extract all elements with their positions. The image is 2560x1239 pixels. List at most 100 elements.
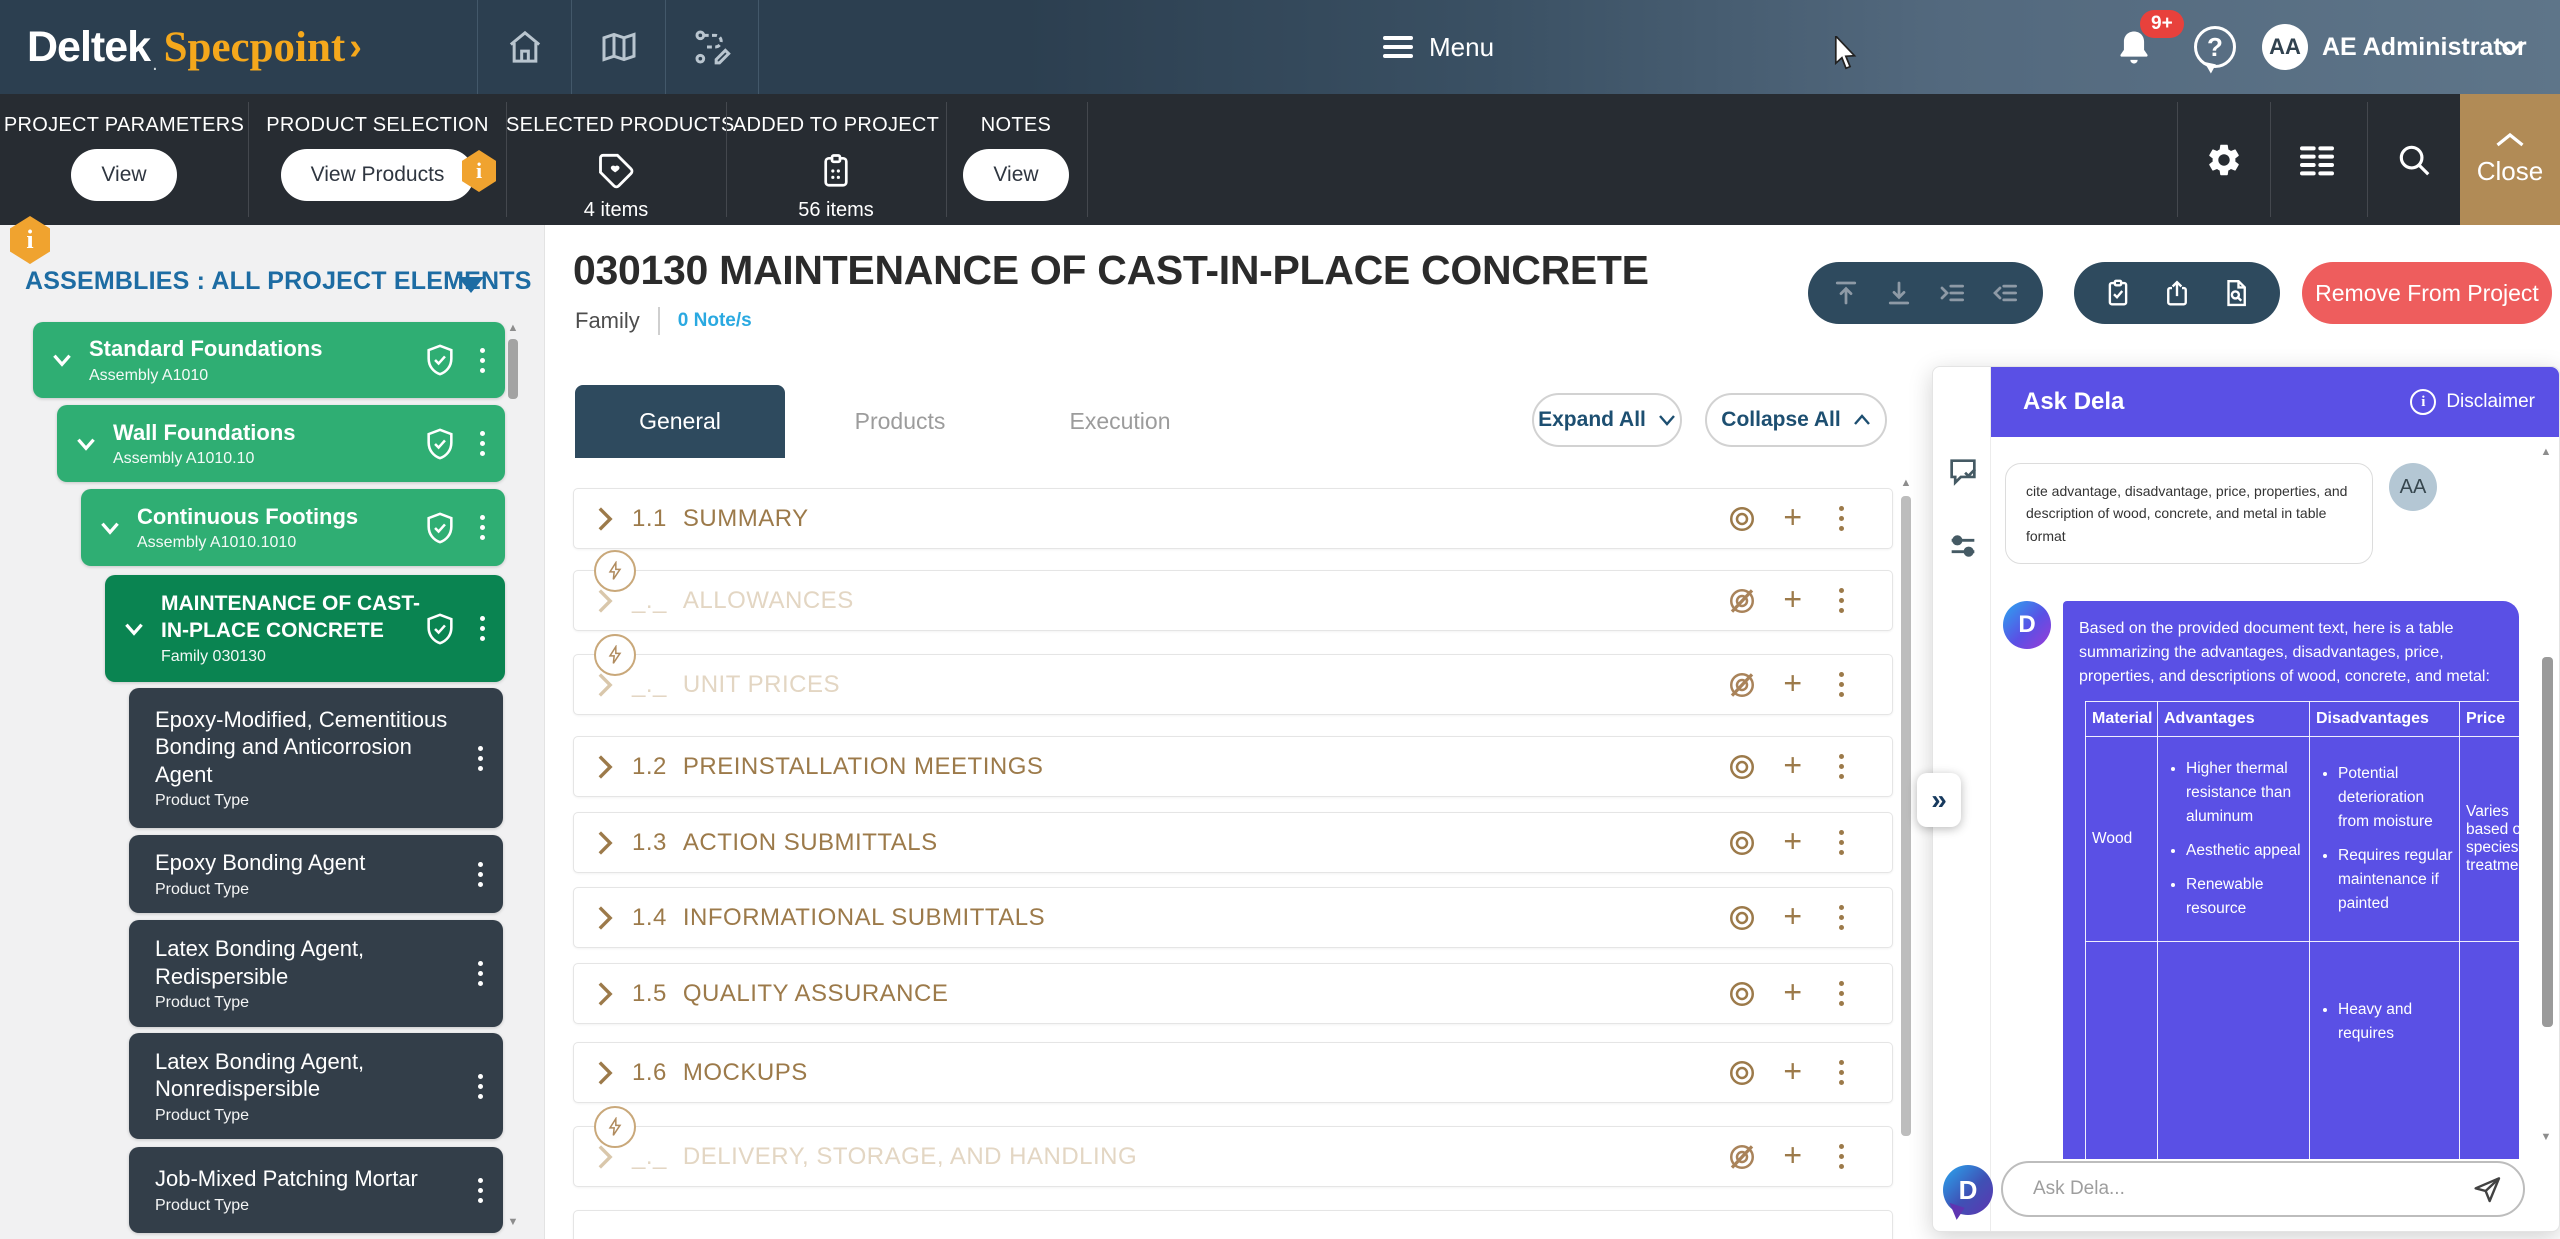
tab-general[interactable]: General [575, 385, 785, 458]
section-row-summary[interactable]: 1.1 SUMMARY + [573, 488, 1893, 549]
kebab-menu-icon[interactable] [469, 616, 495, 641]
add-icon[interactable]: + [1783, 976, 1802, 1008]
route-edit-button[interactable] [665, 0, 759, 94]
add-icon[interactable]: + [1783, 900, 1802, 932]
collapse-all-button[interactable]: Collapse All [1705, 393, 1887, 447]
lightning-badge[interactable] [594, 1106, 636, 1148]
section-row-partial[interactable] [573, 1210, 1893, 1239]
move-to-top-icon[interactable] [1831, 278, 1861, 308]
indent-icon[interactable] [1937, 278, 1967, 308]
add-icon[interactable]: + [1783, 667, 1802, 699]
chevron-down-icon[interactable] [73, 431, 113, 457]
visibility-icon[interactable] [1727, 1058, 1757, 1088]
kebab-menu-icon[interactable] [467, 1178, 493, 1203]
view-products-button[interactable]: View Products [281, 149, 475, 201]
chevron-right-icon[interactable] [596, 754, 614, 780]
tree-item-epoxy-bonding-agent[interactable]: Epoxy Bonding Agent Product Type [129, 835, 503, 913]
tree-item-epoxy-modified-agent[interactable]: Epoxy-Modified, Cementitious Bonding and… [129, 688, 503, 828]
kebab-menu-icon[interactable] [1828, 905, 1854, 930]
project-parameters-view-button[interactable]: View [71, 149, 176, 201]
visibility-icon[interactable] [1727, 828, 1757, 858]
section-row-preinstallation-meetings[interactable]: 1.2 PREINSTALLATION MEETINGS + [573, 736, 1893, 797]
chevron-down-icon[interactable] [121, 616, 161, 642]
section-row-mockups[interactable]: 1.6 MOCKUPS + [573, 1042, 1893, 1103]
tree-item-job-mixed-patching-mortar[interactable]: Job-Mixed Patching Mortar Product Type [129, 1147, 503, 1233]
add-icon[interactable]: + [1783, 583, 1802, 615]
tree-item-wall-foundations[interactable]: Wall Foundations Assembly A1010.10 [57, 405, 505, 482]
visibility-icon[interactable] [1727, 979, 1757, 1009]
visibility-off-icon[interactable] [1727, 586, 1757, 616]
visibility-icon[interactable] [1727, 752, 1757, 782]
tab-execution[interactable]: Execution [1045, 385, 1195, 458]
export-icon[interactable] [2162, 277, 2192, 309]
home-button[interactable] [477, 0, 571, 94]
map-button[interactable] [571, 0, 665, 94]
ask-dela-input[interactable] [2033, 1178, 2471, 1200]
add-icon[interactable]: + [1783, 1055, 1802, 1087]
sidebar-scrollbar[interactable]: ▲ ▼ [506, 323, 520, 1228]
kebab-menu-icon[interactable] [467, 961, 493, 986]
tree-item-maintenance-family[interactable]: MAINTENANCE OF CAST-IN-PLACE CONCRETE Fa… [105, 575, 505, 682]
sliders-icon[interactable] [1946, 529, 1980, 563]
visibility-icon[interactable] [1727, 504, 1757, 534]
list-view-button[interactable] [2270, 94, 2363, 225]
scrollbar-thumb[interactable] [2542, 657, 2553, 1027]
tree-item-latex-nonredispersible[interactable]: Latex Bonding Agent, Nonredispersible Pr… [129, 1033, 503, 1139]
kebab-menu-icon[interactable] [467, 746, 493, 771]
tree-item-continuous-footings[interactable]: Continuous Footings Assembly A1010.1010 [81, 489, 505, 566]
tab-products[interactable]: Products [830, 385, 970, 458]
add-icon[interactable]: + [1783, 749, 1802, 781]
chevron-right-icon[interactable] [596, 905, 614, 931]
menu-button[interactable]: Menu [1383, 0, 1494, 94]
section-row-unit-prices[interactable]: _._ UNIT PRICES + [573, 654, 1893, 715]
scroll-up-icon[interactable]: ▲ [506, 323, 520, 334]
lightning-badge[interactable] [594, 550, 636, 592]
kebab-menu-icon[interactable] [469, 515, 495, 540]
scrollbar-thumb[interactable] [508, 339, 518, 399]
close-button[interactable]: Close [2460, 94, 2560, 225]
assemblies-dropdown-icon[interactable] [458, 277, 484, 293]
kebab-menu-icon[interactable] [1828, 672, 1854, 697]
user-avatar[interactable]: AA [2262, 24, 2308, 70]
notes-link[interactable]: 0 Note/s [678, 310, 752, 332]
add-icon[interactable]: + [1783, 501, 1802, 533]
add-icon[interactable]: + [1783, 1139, 1802, 1171]
chevron-right-icon[interactable] [596, 830, 614, 856]
added-to-project-section[interactable]: ADDED TO PROJECT 56 items [726, 94, 946, 225]
outdent-icon[interactable] [1990, 278, 2020, 308]
visibility-off-icon[interactable] [1727, 670, 1757, 700]
search-button[interactable] [2367, 94, 2460, 225]
kebab-menu-icon[interactable] [1828, 981, 1854, 1006]
visibility-off-icon[interactable] [1727, 1142, 1757, 1172]
settings-button[interactable] [2177, 94, 2270, 225]
kebab-menu-icon[interactable] [1828, 1060, 1854, 1085]
scroll-up-icon[interactable]: ▲ [2539, 447, 2553, 458]
scroll-down-icon[interactable]: ▼ [2539, 1132, 2553, 1143]
lightning-badge[interactable] [594, 634, 636, 676]
kebab-menu-icon[interactable] [467, 862, 493, 887]
kebab-menu-icon[interactable] [1828, 754, 1854, 779]
kebab-menu-icon[interactable] [1828, 506, 1854, 531]
collapse-panel-button[interactable]: » [1917, 773, 1961, 827]
tree-item-standard-foundations[interactable]: Standard Foundations Assembly A1010 [33, 322, 505, 398]
help-button[interactable]: ? [2194, 26, 2236, 68]
section-row-action-submittals[interactable]: 1.3 ACTION SUBMITTALS + [573, 812, 1893, 873]
kebab-menu-icon[interactable] [469, 431, 495, 456]
kebab-menu-icon[interactable] [467, 1074, 493, 1099]
notes-view-button[interactable]: View [963, 149, 1068, 201]
scroll-up-icon[interactable]: ▲ [1899, 478, 1913, 489]
clipboard-check-icon[interactable] [2103, 277, 2133, 309]
chevron-down-icon[interactable] [49, 347, 89, 373]
chevron-right-icon[interactable] [596, 506, 614, 532]
user-menu-chevron-icon[interactable] [2496, 38, 2526, 58]
document-search-icon[interactable] [2221, 277, 2251, 309]
section-row-informational-submittals[interactable]: 1.4 INFORMATIONAL SUBMITTALS + [573, 887, 1893, 948]
chevron-down-icon[interactable] [97, 515, 137, 541]
selected-products-section[interactable]: SELECTED PRODUCTS 4 items [506, 94, 726, 225]
kebab-menu-icon[interactable] [1828, 588, 1854, 613]
section-row-delivery-storage-handling[interactable]: _._ DELIVERY, STORAGE, AND HANDLING + [573, 1126, 1893, 1187]
add-icon[interactable]: + [1783, 825, 1802, 857]
remove-from-project-button[interactable]: Remove From Project [2302, 262, 2552, 324]
chevron-right-icon[interactable] [596, 1060, 614, 1086]
section-row-allowances[interactable]: _._ ALLOWANCES + [573, 570, 1893, 631]
